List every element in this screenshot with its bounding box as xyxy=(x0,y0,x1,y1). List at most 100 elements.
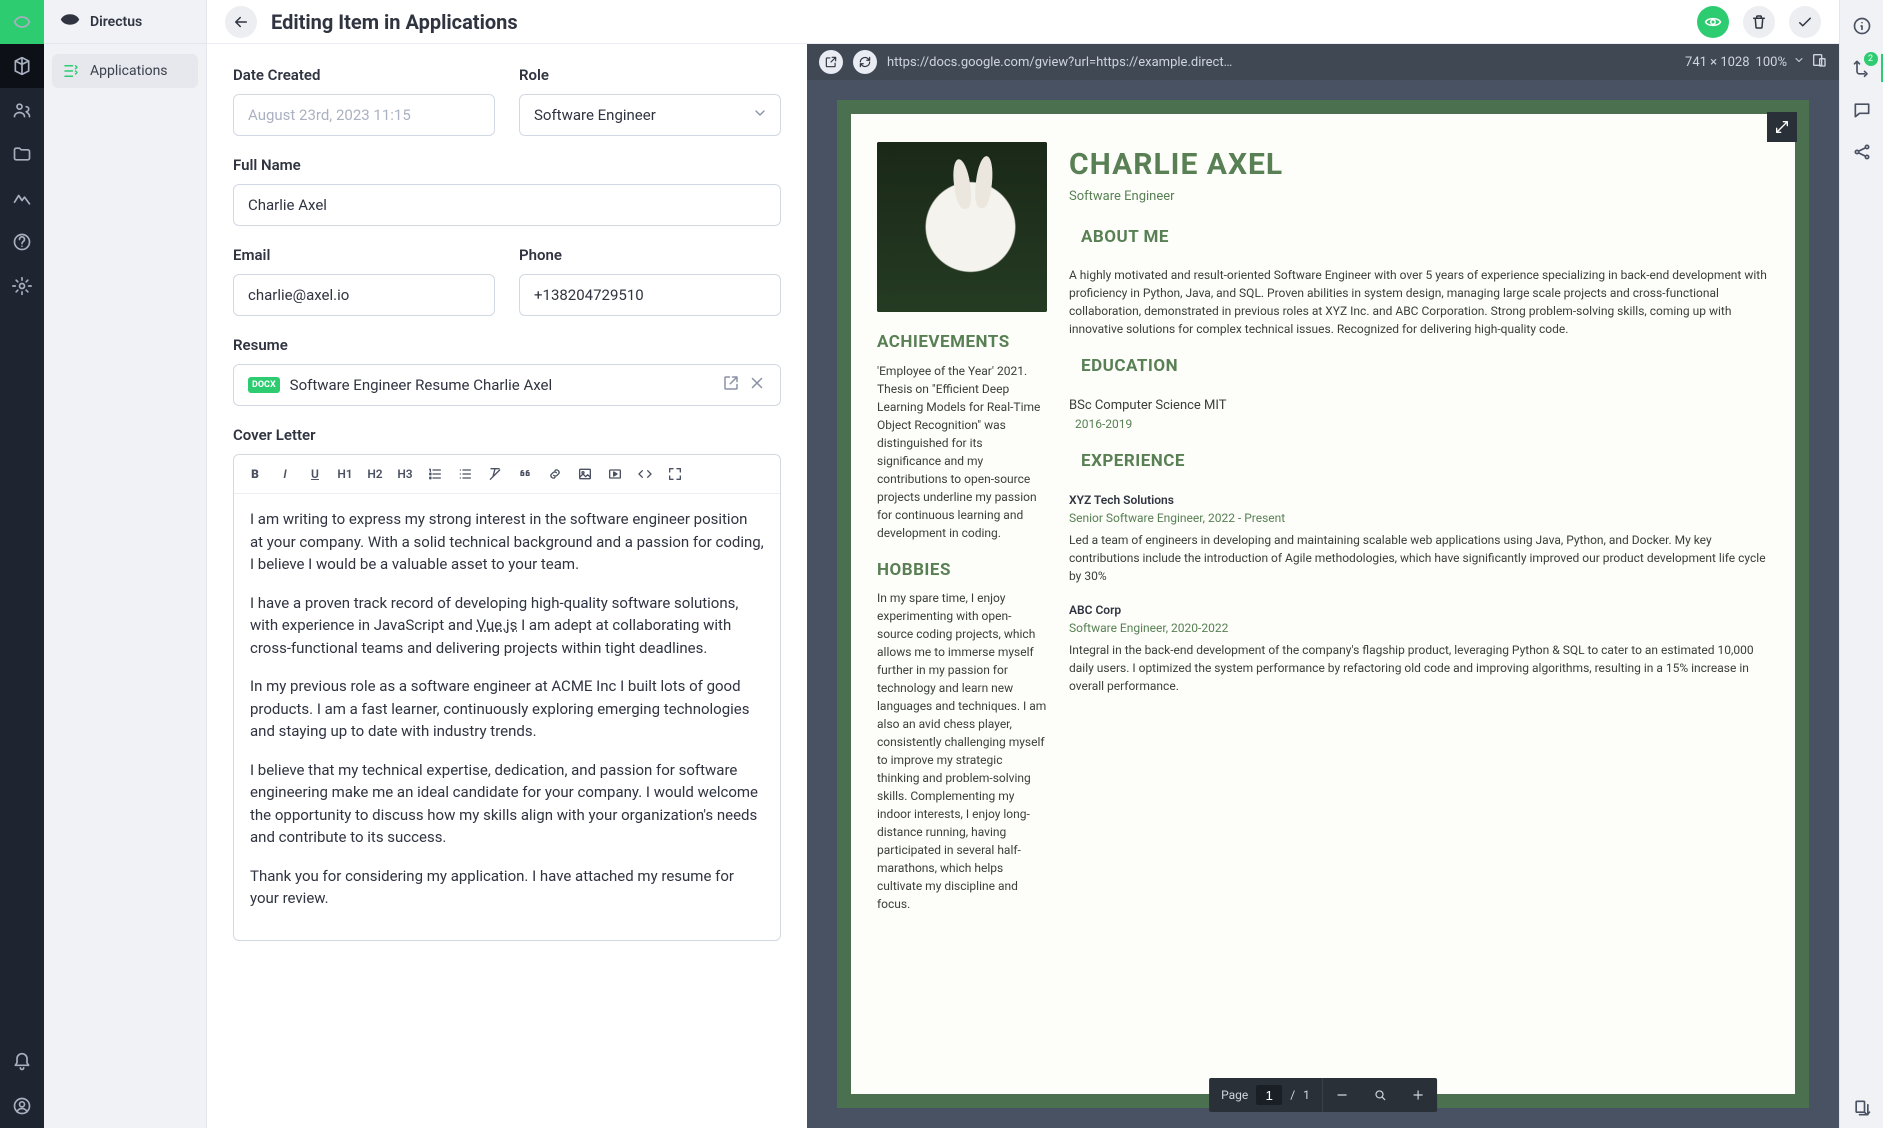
select-role[interactable]: Software Engineer xyxy=(519,94,781,136)
input-email[interactable]: charlie@axel.io xyxy=(233,274,495,316)
file-input-resume[interactable]: DOCX Software Engineer Resume Charlie Ax… xyxy=(233,364,781,406)
back-button[interactable] xyxy=(225,6,257,38)
label-email: Email xyxy=(233,246,495,264)
dock-revisions-icon[interactable] xyxy=(1840,1088,1883,1128)
field-role: Role Software Engineer xyxy=(519,66,781,136)
about-heading: ABOUT ME xyxy=(1081,225,1769,251)
clear-file-icon[interactable] xyxy=(748,374,766,396)
about-text: A highly motivated and result-oriented S… xyxy=(1069,266,1769,338)
cover-p4: I believe that my technical expertise, d… xyxy=(250,759,764,849)
input-phone[interactable]: +138204729510 xyxy=(519,274,781,316)
nav-files-icon[interactable] xyxy=(0,132,44,176)
education-degree: BSc Computer Science MIT xyxy=(1069,396,1769,416)
rte-link-button[interactable] xyxy=(542,461,568,487)
sidebar-item-applications[interactable]: Applications xyxy=(52,54,198,88)
doc-fullscreen-icon[interactable] xyxy=(1767,112,1797,142)
preview-zoom-value[interactable]: 100% xyxy=(1756,55,1787,70)
exp1-desc: Led a team of engineers in developing an… xyxy=(1069,531,1769,585)
form-panel: Date Created August 23rd, 2023 11:15 Rol… xyxy=(207,44,807,1128)
hobbies-heading: HOBBIES xyxy=(877,558,1047,584)
rte-h2-button[interactable]: H2 xyxy=(362,461,388,487)
rich-text-editor: B I U H1 H2 H3 xyxy=(233,454,781,941)
field-email: Email charlie@axel.io xyxy=(233,246,495,316)
resume-photo xyxy=(877,142,1047,312)
page-label: Page xyxy=(1221,1088,1248,1102)
logo-icon[interactable] xyxy=(0,0,44,44)
rte-italic-button[interactable]: I xyxy=(272,461,298,487)
exp2-desc: Integral in the back-end development of … xyxy=(1069,641,1769,695)
label-date-created: Date Created xyxy=(233,66,495,84)
page-total: 1 xyxy=(1303,1088,1310,1102)
zoom-reset-button[interactable] xyxy=(1361,1078,1399,1112)
label-full-name: Full Name xyxy=(233,156,781,174)
achievements-heading: ACHIEVEMENTS xyxy=(877,330,1047,356)
save-button[interactable] xyxy=(1789,6,1821,38)
nav-help-icon[interactable] xyxy=(0,220,44,264)
dock-comments-icon[interactable] xyxy=(1840,90,1883,130)
input-full-name[interactable]: Charlie Axel xyxy=(233,184,781,226)
preview-url: https://docs.google.com/gview?url=https:… xyxy=(887,55,1675,70)
nav-notifications-icon[interactable] xyxy=(0,1040,44,1084)
rte-h1-button[interactable]: H1 xyxy=(332,461,358,487)
dock-share-icon[interactable] xyxy=(1840,132,1883,172)
field-full-name: Full Name Charlie Axel xyxy=(233,156,781,226)
preview-viewport: ACHIEVEMENTS 'Employee of the Year' 2021… xyxy=(807,80,1839,1128)
file-name: Software Engineer Resume Charlie Axel xyxy=(290,376,552,394)
label-phone: Phone xyxy=(519,246,781,264)
preview-dims: 741 × 1028 xyxy=(1685,55,1750,70)
pdf-controls: Page / 1 xyxy=(1209,1078,1437,1112)
dock-flows-icon[interactable]: 2 xyxy=(1840,48,1883,88)
cover-p5: Thank you for considering my application… xyxy=(250,865,764,910)
rte-video-button[interactable] xyxy=(602,461,628,487)
dock-badge: 2 xyxy=(1864,52,1878,66)
label-role: Role xyxy=(519,66,781,84)
exp2-company: ABC Corp xyxy=(1069,601,1769,619)
preview-toolbar: https://docs.google.com/gview?url=https:… xyxy=(807,44,1839,80)
nav-settings-icon[interactable] xyxy=(0,264,44,308)
chevron-down-icon[interactable] xyxy=(1793,54,1805,70)
exp2-role: Software Engineer, 2020-2022 xyxy=(1069,619,1769,637)
zoom-out-button[interactable] xyxy=(1322,1078,1361,1112)
rte-bold-button[interactable]: B xyxy=(242,461,268,487)
preview-toggle-button[interactable] xyxy=(1697,6,1729,38)
rte-underline-button[interactable]: U xyxy=(302,461,328,487)
rte-ol-button[interactable] xyxy=(422,461,448,487)
cover-link: Vue.js xyxy=(477,616,518,634)
rte-image-button[interactable] xyxy=(572,461,598,487)
nav-insights-icon[interactable] xyxy=(0,176,44,220)
resume-role: Software Engineer xyxy=(1069,187,1769,207)
experience-heading: EXPERIENCE xyxy=(1081,449,1769,475)
nav-profile-icon[interactable] xyxy=(0,1084,44,1128)
preview-refresh-icon[interactable] xyxy=(853,50,877,74)
page-title: Editing Item in Applications xyxy=(271,10,518,34)
rte-ul-button[interactable] xyxy=(452,461,478,487)
rte-quote-button[interactable] xyxy=(512,461,538,487)
rte-fullscreen-button[interactable] xyxy=(662,461,688,487)
nav-users-icon[interactable] xyxy=(0,88,44,132)
label-resume: Resume xyxy=(233,336,781,354)
rte-clear-button[interactable] xyxy=(482,461,508,487)
preview-device-icon[interactable] xyxy=(1811,52,1827,72)
rte-h3-button[interactable]: H3 xyxy=(392,461,418,487)
open-file-icon[interactable] xyxy=(722,374,740,396)
module-sidebar: Directus Applications xyxy=(44,0,207,1128)
rte-code-button[interactable] xyxy=(632,461,658,487)
cover-p3: In my previous role as a software engine… xyxy=(250,675,764,743)
titlebar: Editing Item in Applications xyxy=(207,0,1839,44)
dock-info-icon[interactable] xyxy=(1840,6,1883,46)
education-years: 2016-2019 xyxy=(1069,415,1769,433)
rte-content[interactable]: I am writing to express my strong intere… xyxy=(234,494,780,940)
resume-document: ACHIEVEMENTS 'Employee of the Year' 2021… xyxy=(851,114,1795,1094)
nav-content-icon[interactable] xyxy=(0,44,44,88)
hobbies-text: In my spare time, I enjoy experimenting … xyxy=(877,589,1047,913)
achievements-text: 'Employee of the Year' 2021. Thesis on "… xyxy=(877,362,1047,542)
module-title: Directus xyxy=(90,14,142,30)
page-input[interactable] xyxy=(1256,1085,1282,1105)
sidebar-item-label: Applications xyxy=(90,63,168,79)
zoom-in-button[interactable] xyxy=(1399,1078,1437,1112)
main: Editing Item in Applications Date Create… xyxy=(207,0,1839,1128)
exp1-company: XYZ Tech Solutions xyxy=(1069,491,1769,509)
select-role-value: Software Engineer xyxy=(534,106,656,124)
delete-button[interactable] xyxy=(1743,6,1775,38)
preview-popout-icon[interactable] xyxy=(819,50,843,74)
